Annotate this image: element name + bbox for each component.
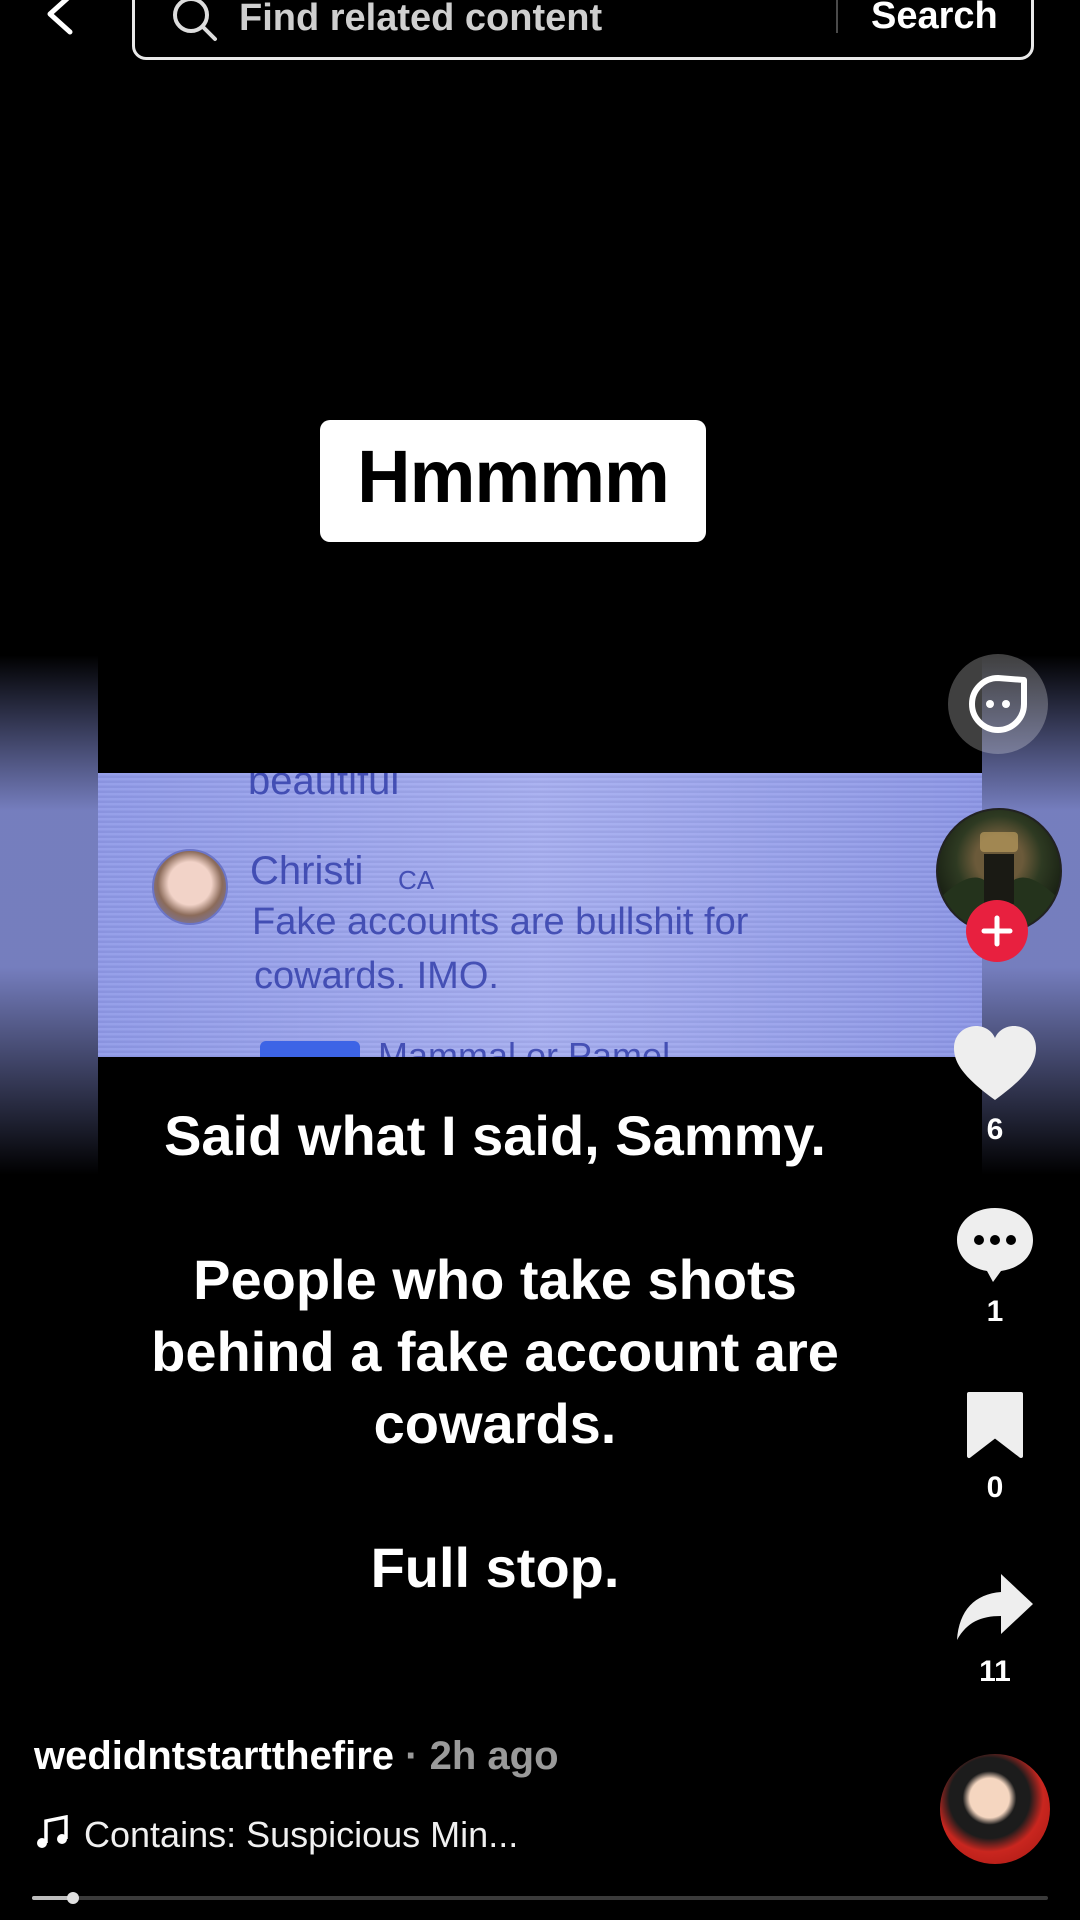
bookmark-icon — [967, 1392, 1023, 1458]
save-count: 0 — [986, 1471, 1004, 1504]
bookmark-button[interactable]: 0 — [930, 1390, 1060, 1505]
ai-assistant-icon — [969, 675, 1027, 733]
comment-line-1: Fake accounts are bullshit for — [252, 901, 749, 943]
overlay-line — [110, 1460, 880, 1532]
search-input[interactable]: Find related content — [239, 0, 602, 40]
like-button[interactable]: 6 — [930, 1024, 1060, 1147]
overlay-line: Said what I said, Sammy. — [164, 1104, 826, 1167]
music-note-icon — [34, 1814, 70, 1851]
comment-count: 1 — [986, 1295, 1004, 1328]
screenshot-partial-text-top: beautiful — [248, 773, 400, 803]
commenter-name: Christi — [250, 849, 364, 893]
back-arrow-icon[interactable] — [40, 0, 80, 42]
like-count: 6 — [986, 1113, 1004, 1146]
comment-button[interactable]: 1 — [930, 1204, 1060, 1329]
post-time: · 2h ago — [405, 1734, 559, 1778]
overlay-line: People who take shots — [193, 1248, 797, 1311]
overlay-line — [110, 1172, 880, 1244]
search-divider — [836, 0, 838, 33]
commenter-tag: CA — [398, 865, 435, 895]
music-title: Contains: Suspicious Min... — [84, 1814, 519, 1855]
search-box[interactable]: Find related content Search — [132, 0, 1034, 60]
post-author-line: wedidntstartthefire · 2h ago — [34, 1734, 559, 1779]
heart-icon — [954, 1026, 1036, 1100]
share-count: 11 — [979, 1655, 1011, 1688]
music-line[interactable]: Contains: Suspicious Min... — [34, 1814, 518, 1856]
ai-assistant-button[interactable] — [948, 654, 1048, 754]
overlay-line: cowards. — [373, 1392, 617, 1455]
search-icon — [169, 0, 221, 47]
comment-icon — [957, 1208, 1033, 1282]
comment-line-2: cowards. IMO. — [254, 955, 499, 997]
commenter-avatar — [152, 849, 228, 925]
follow-plus-button[interactable] — [966, 900, 1028, 962]
author-name[interactable]: wedidntstartthefire — [34, 1734, 394, 1778]
action-rail: 6 1 0 11 — [930, 0, 1080, 1920]
screenshot-badge — [260, 1041, 360, 1057]
top-search-bar: Find related content Search — [0, 0, 1080, 70]
share-button[interactable]: 11 — [930, 1570, 1060, 1689]
video-caption-box: Hmmmm — [320, 420, 706, 542]
video-overlay-text: Said what I said, Sammy. People who take… — [110, 1100, 880, 1604]
video-progress-bar[interactable] — [32, 1892, 1048, 1904]
overlay-line: Full stop. — [370, 1536, 620, 1599]
comment-screenshot: beautiful Christi CA Fake accounts are b… — [98, 773, 982, 1057]
music-disc-avatar[interactable] — [940, 1754, 1050, 1864]
video-player[interactable]: beautiful Christi CA Fake accounts are b… — [0, 70, 1080, 1750]
video-progress-knob[interactable] — [66, 1892, 79, 1904]
plus-icon — [981, 915, 1013, 947]
screenshot-partial-text-bottom: Mammal or Pamel — [378, 1035, 671, 1057]
overlay-line: behind a fake account are — [151, 1320, 839, 1383]
video-edge-glow-left — [0, 655, 98, 1175]
share-icon — [957, 1574, 1033, 1640]
video-caption: Hmmmm — [357, 435, 670, 518]
